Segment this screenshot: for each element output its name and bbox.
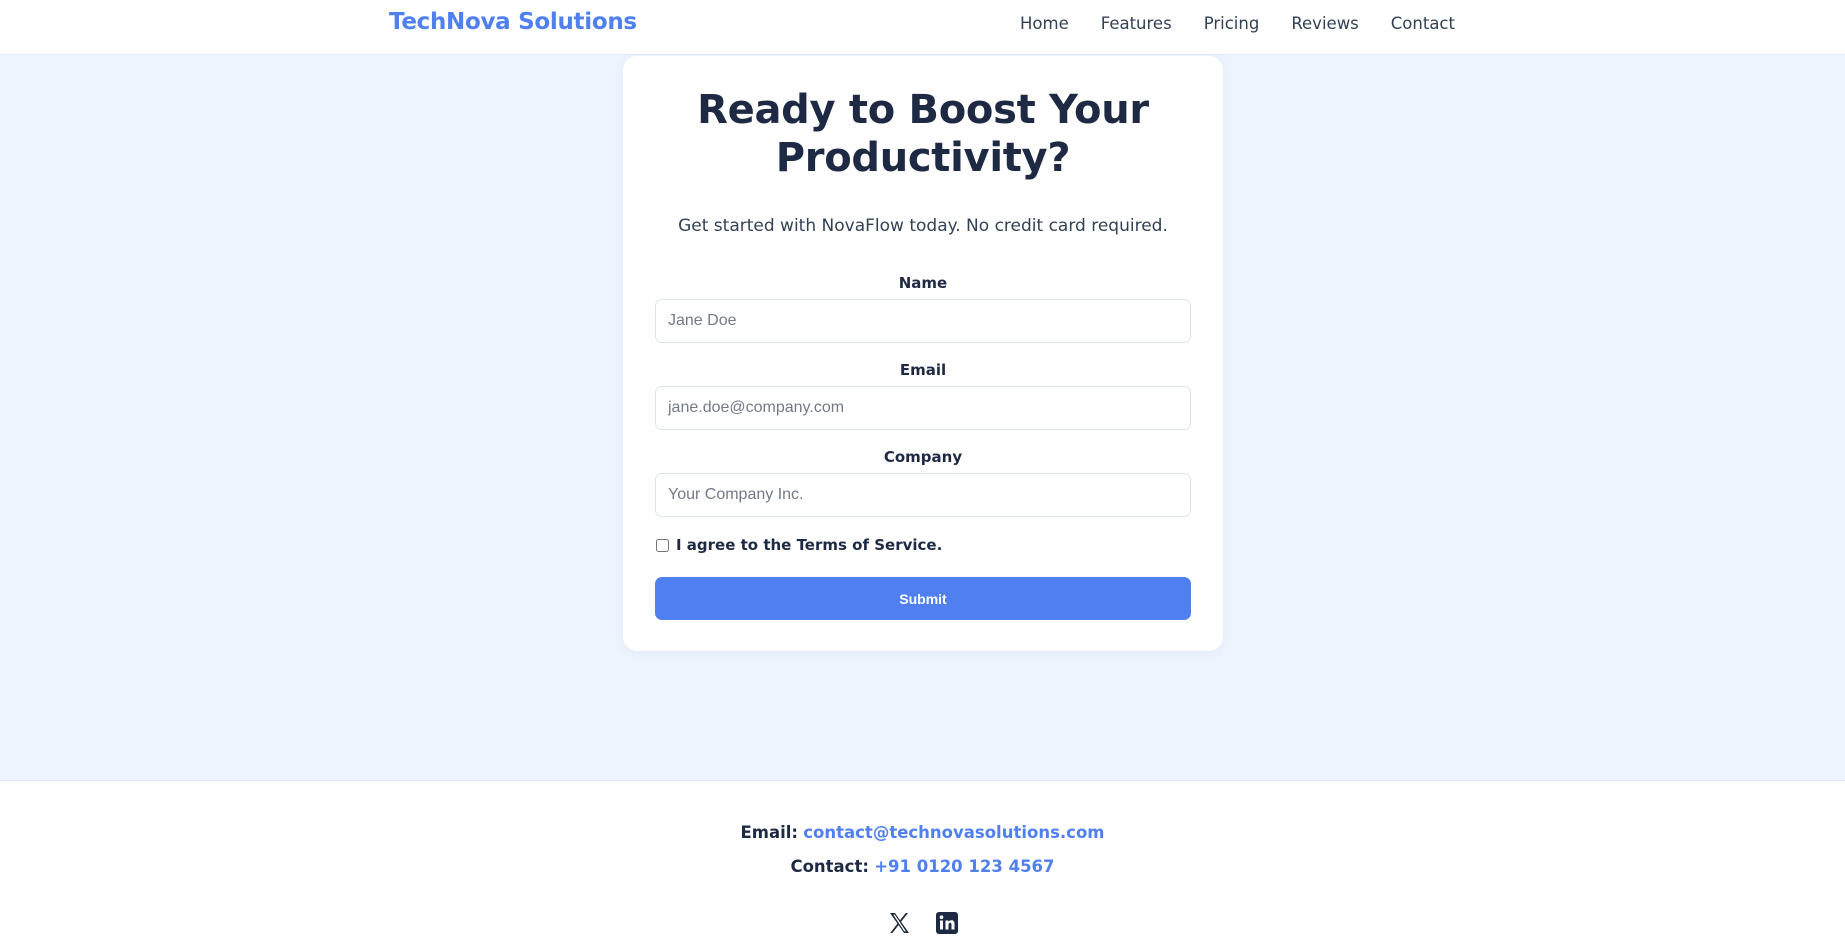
- signup-card: Ready to Boost Your Productivity? Get st…: [623, 56, 1223, 651]
- email-input[interactable]: [655, 386, 1191, 430]
- social-links: [0, 911, 1845, 935]
- name-label: Name: [898, 274, 948, 292]
- footer-contact-key: Contact:: [790, 857, 869, 876]
- footer-contact-line: Contact: +91 0120 123 4567: [0, 857, 1845, 876]
- company-input[interactable]: [655, 473, 1191, 517]
- email-label: Email: [899, 361, 947, 379]
- signup-subtitle: Get started with NovaFlow today. No cred…: [678, 216, 1168, 236]
- nav-pricing-link[interactable]: Pricing: [1204, 14, 1260, 33]
- nav-reviews-link[interactable]: Reviews: [1291, 14, 1358, 33]
- name-input[interactable]: [655, 299, 1191, 343]
- brand-logo[interactable]: TechNova Solutions: [389, 9, 637, 35]
- site-header: TechNova Solutions Home Features Pricing…: [0, 0, 1845, 55]
- terms-label[interactable]: I agree to the Terms of Service.: [676, 536, 942, 554]
- site-footer: Email: contact@technovasolutions.com Con…: [0, 780, 1845, 938]
- submit-button[interactable]: Submit: [655, 577, 1191, 620]
- terms-checkbox[interactable]: [656, 538, 669, 552]
- signup-title: Ready to Boost Your Productivity?: [697, 87, 1149, 181]
- footer-email-line: Email: contact@technovasolutions.com: [0, 823, 1845, 842]
- nav-features-link[interactable]: Features: [1101, 14, 1172, 33]
- nav-contact-link[interactable]: Contact: [1391, 14, 1455, 33]
- nav-home-link[interactable]: Home: [1020, 14, 1069, 33]
- x-icon[interactable]: [887, 911, 911, 935]
- terms-row: I agree to the Terms of Service.: [655, 536, 942, 554]
- footer-email-link[interactable]: contact@technovasolutions.com: [803, 823, 1104, 842]
- footer-phone-link[interactable]: +91 0120 123 4567: [874, 857, 1054, 876]
- company-label: Company: [883, 448, 963, 466]
- linkedin-icon[interactable]: [935, 911, 959, 935]
- main-nav: Home Features Pricing Reviews Contact: [1020, 14, 1487, 33]
- footer-email-key: Email:: [740, 823, 799, 842]
